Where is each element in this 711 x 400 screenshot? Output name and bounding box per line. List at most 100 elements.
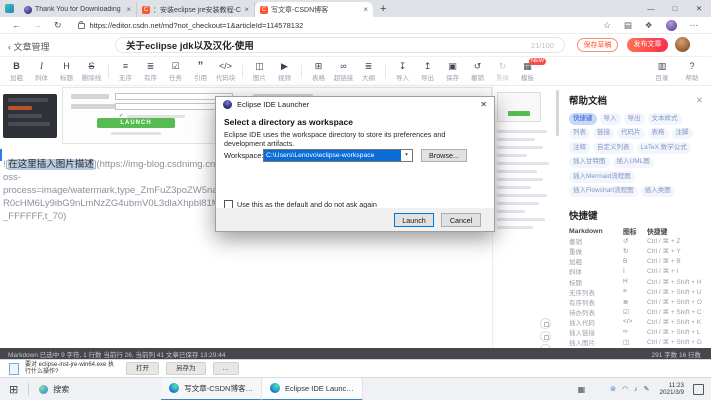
favorites-star-icon[interactable]: ☆ xyxy=(603,20,611,31)
help-tag-pill[interactable]: 快捷键 xyxy=(569,113,597,125)
toolbar-button[interactable]: S 删除线 xyxy=(79,61,104,82)
toolbar-button[interactable]: H 标题 xyxy=(54,61,79,82)
help-tag-pill[interactable]: 自定义列表 xyxy=(593,142,634,154)
help-tag-pill[interactable]: LaTeX 数学公式 xyxy=(637,142,691,154)
help-tag-pill[interactable]: 链接 xyxy=(593,128,614,140)
new-tab-button[interactable]: + xyxy=(380,3,386,15)
help-tag-pill[interactable]: 插入Flowchart流程图 xyxy=(569,186,638,198)
shortcut-keys: Ctrl / ⌘ + Y xyxy=(647,247,711,255)
toolbar-button[interactable]: ? 帮助 xyxy=(677,61,707,82)
toolbar-button[interactable]: ↥ 导出 xyxy=(415,61,440,82)
browser-menu-icon[interactable]: ⋯ xyxy=(690,20,699,31)
browser-profile-avatar[interactable] xyxy=(666,20,677,31)
toolbar-button[interactable]: ∞ 超链接 xyxy=(331,61,356,82)
taskbar-clock[interactable]: 11:23 2021/3/9 xyxy=(659,382,684,396)
workspace-value[interactable]: C:\Users\Lenovo\eclipse-workspace xyxy=(264,150,401,161)
toolbar-button[interactable]: B 加粗 xyxy=(4,61,29,82)
toolbar-button[interactable]: I 斜体 xyxy=(29,61,54,82)
toolbar-button[interactable]: ▥ 目录 xyxy=(647,61,677,82)
float-refresh-button[interactable] xyxy=(540,318,551,329)
download-save-as-button[interactable]: 另存为 xyxy=(166,362,206,375)
toolbar-button[interactable]: ≣ 大纲 xyxy=(356,61,381,82)
help-panel: 帮助文档 ✕ 快捷键 导入 导出 文本样式 列表 链接 代码片 xyxy=(563,86,711,348)
toolbar-button[interactable]: ↺ 撤销 xyxy=(465,61,490,82)
tab-close-icon[interactable]: × xyxy=(126,5,131,14)
help-tag-pill[interactable]: 插入Mermaid流程图 xyxy=(569,171,635,183)
guide-icon[interactable]: ❖ xyxy=(645,20,653,31)
taskbar-app-button[interactable]: 写文章-CSDN博客… xyxy=(161,378,261,400)
help-tag-pill[interactable]: 插入UML图 xyxy=(613,157,654,169)
help-tag-pill[interactable]: 导出 xyxy=(624,113,645,125)
tray-volume-icon[interactable]: ♪ xyxy=(634,386,638,393)
start-button[interactable]: ⊞ xyxy=(9,383,18,396)
toolbar-button[interactable]: ” 引用 xyxy=(188,61,213,82)
toolbar-button[interactable]: ↻ 重做 xyxy=(490,61,515,82)
taskbar-app-button[interactable]: Eclipse IDE Launc… xyxy=(261,378,363,400)
forward-icon[interactable]: → xyxy=(33,20,42,30)
save-draft-button[interactable]: 保存草稿 xyxy=(577,38,618,52)
url-text[interactable]: https://editor.csdn.net/md?not_checkout=… xyxy=(90,21,304,30)
help-close-icon[interactable]: ✕ xyxy=(696,95,703,106)
minimize-button[interactable]: — xyxy=(639,0,663,17)
dialog-title-bar[interactable]: Eclipse IDE Launcher ✕ xyxy=(216,97,494,112)
toolbar-button[interactable]: ≣ 有序 xyxy=(138,61,163,82)
back-to-articles-link[interactable]: ‹ 文章管理 xyxy=(8,40,50,53)
help-tag-pill[interactable]: 注脚 xyxy=(672,128,693,140)
back-icon[interactable]: ← xyxy=(12,20,21,30)
shortcut-row: 有序列表 ≣ Ctrl / ⌘ + Shift + O xyxy=(569,297,711,307)
toolbar-button[interactable]: ▣ 保存 xyxy=(440,61,465,82)
browser-logo-icon xyxy=(5,4,14,13)
toolbar-button[interactable] xyxy=(108,65,109,78)
browse-button[interactable]: Browse... xyxy=(421,149,467,162)
toolbar-button[interactable]: ⊞ 表格 xyxy=(306,61,331,82)
help-tag-pill[interactable]: 导入 xyxy=(600,113,621,125)
maximize-button[interactable]: □ xyxy=(663,0,687,17)
help-tag-pill[interactable]: 文本样式 xyxy=(648,113,682,125)
toolbar-button[interactable]: ▦ 模板 NEW xyxy=(515,61,540,82)
toolbar-button[interactable]: </> 代码块 xyxy=(213,61,238,82)
refresh-icon[interactable]: ↻ xyxy=(54,20,62,31)
shortcut-row: 加粗 B Ctrl / ⌘ + B xyxy=(569,256,711,266)
combo-dropdown-icon[interactable]: ▾ xyxy=(401,150,412,161)
download-open-button[interactable]: 打开 xyxy=(126,362,159,375)
collections-icon[interactable]: ▤ xyxy=(624,20,632,31)
help-tag-pill[interactable]: 插入甘特图 xyxy=(569,157,610,169)
launch-button[interactable]: Launch xyxy=(394,213,434,227)
tray-widget-icon[interactable]: ▦ xyxy=(578,385,586,394)
help-tag-pill[interactable]: 表格 xyxy=(648,128,669,140)
download-more-button[interactable]: … xyxy=(213,362,240,375)
workspace-combobox[interactable]: C:\Users\Lenovo\eclipse-workspace ▾ xyxy=(263,149,413,162)
shortcut-icon: ≣ xyxy=(623,298,647,306)
close-button[interactable]: ✕ xyxy=(687,0,711,17)
user-avatar[interactable] xyxy=(675,37,690,52)
shortcut-row: 待办列表 ☑ Ctrl / ⌘ + Shift + C xyxy=(569,307,711,317)
browser-tab[interactable]: Thank You for Downloading Ecl… × xyxy=(19,2,137,17)
toolbar-button[interactable]: ▶ 视频 xyxy=(272,61,297,82)
browser-tab[interactable]: C 写文章-CSDN博客 × xyxy=(255,2,373,17)
tab-close-icon[interactable]: × xyxy=(363,5,368,14)
toolbar-button[interactable] xyxy=(385,65,386,78)
tray-bluetooth-icon[interactable]: ⊚ xyxy=(610,385,616,393)
preview-scrollbar[interactable] xyxy=(556,90,559,136)
toolbar-button[interactable] xyxy=(242,65,243,78)
tray-network-icon[interactable]: ◠ xyxy=(622,385,628,393)
toolbar-button[interactable]: ◫ 图片 xyxy=(247,61,272,82)
help-tag-pill[interactable]: 插入类图 xyxy=(641,186,675,198)
article-title-input[interactable]: 关于eclipse jdk以及汉化-使用 21/100 xyxy=(115,37,565,53)
toolbar-button[interactable]: ↧ 导入 xyxy=(390,61,415,82)
browser-tab[interactable]: C ：安装eclipse jre安装教程-CSDN… × xyxy=(137,2,255,17)
toolbar-button[interactable]: ≡ 无序 xyxy=(113,61,138,82)
dialog-close-icon[interactable]: ✕ xyxy=(480,100,487,109)
float-comment-button[interactable] xyxy=(540,331,551,342)
taskbar-search[interactable]: 搜索 xyxy=(39,384,69,395)
tray-pen-icon[interactable]: ✎ xyxy=(644,385,650,393)
toolbar-button[interactable]: ☑ 任务 xyxy=(163,61,188,82)
cancel-button[interactable]: Cancel xyxy=(441,213,481,227)
toolbar-button[interactable] xyxy=(301,65,302,78)
publish-button[interactable]: 发布文章 xyxy=(627,38,668,52)
notification-center-icon[interactable] xyxy=(693,384,704,395)
help-tag-pill[interactable]: 注释 xyxy=(569,142,590,154)
help-tag-pill[interactable]: 列表 xyxy=(569,128,590,140)
help-tag-pill[interactable]: 代码片 xyxy=(617,128,645,140)
tab-close-icon[interactable]: × xyxy=(244,5,249,14)
